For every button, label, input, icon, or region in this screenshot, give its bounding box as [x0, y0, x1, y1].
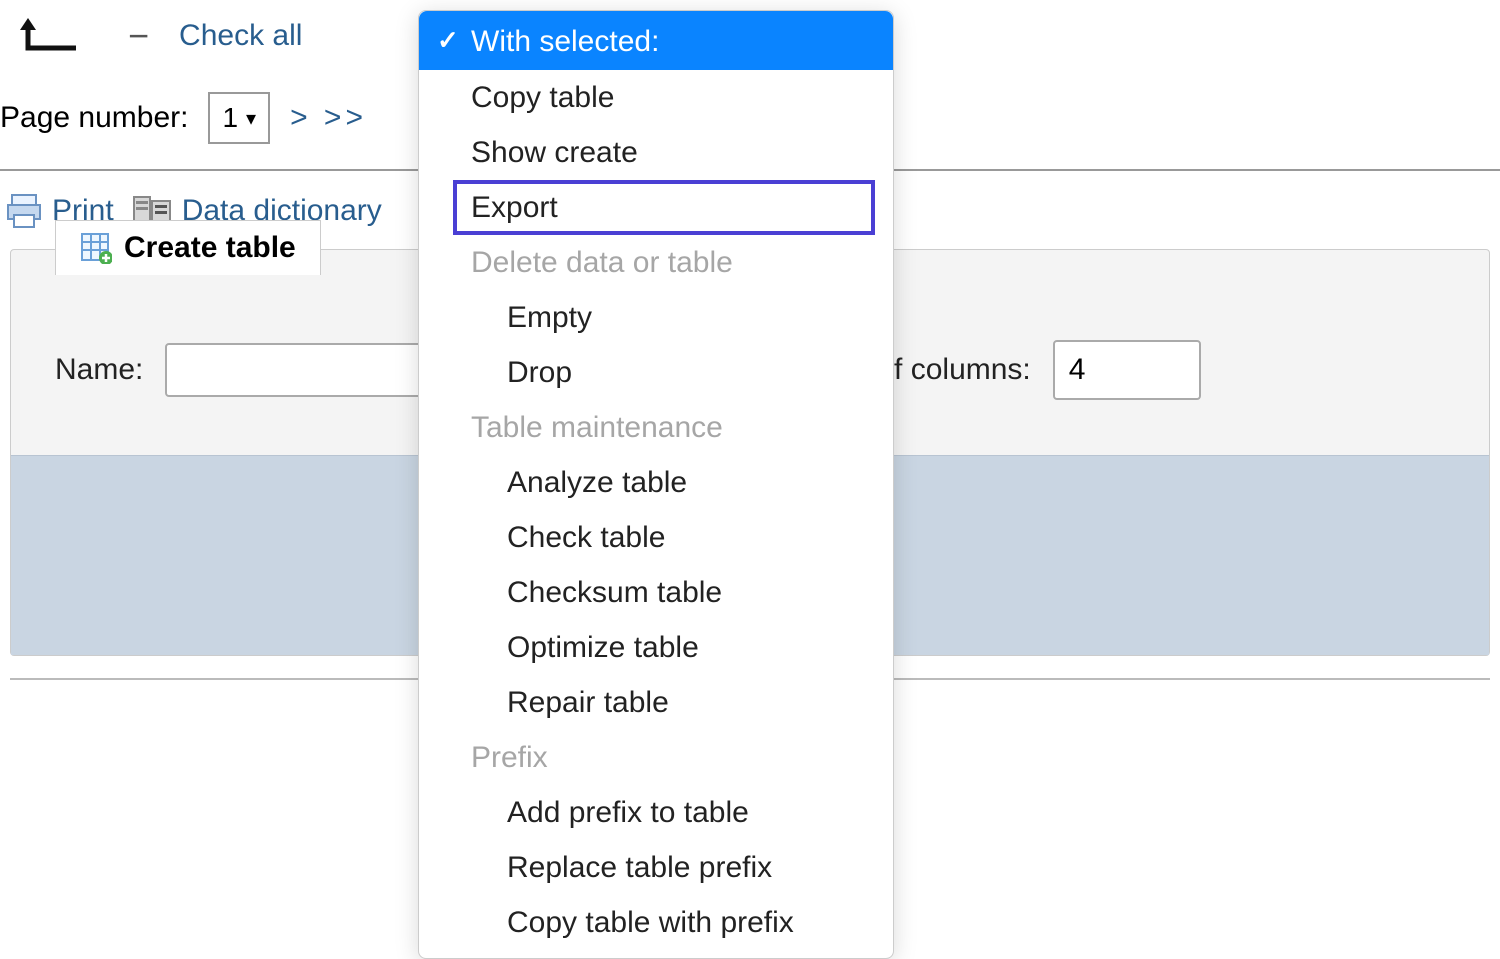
print-icon — [6, 193, 42, 229]
create-table-label: Create table — [124, 231, 296, 265]
menu-empty[interactable]: Empty — [419, 290, 893, 345]
create-table-icon — [80, 232, 112, 264]
menu-copy-prefix[interactable]: Copy table with prefix — [419, 895, 893, 950]
with-selected-dropdown[interactable]: With selected: Copy table Show create Ex… — [418, 10, 894, 959]
menu-export[interactable]: Export — [453, 180, 875, 235]
menu-show-create[interactable]: Show create — [419, 125, 893, 180]
chevron-down-icon: ▾ — [246, 106, 256, 131]
menu-analyze[interactable]: Analyze table — [419, 455, 893, 510]
columns-count-input[interactable] — [1053, 340, 1201, 400]
create-table-tab[interactable]: Create table — [55, 220, 321, 275]
menu-drop[interactable]: Drop — [419, 345, 893, 400]
nav-next-link[interactable]: > >> — [290, 101, 367, 135]
menu-delete-header: Delete data or table — [419, 235, 893, 290]
menu-add-prefix[interactable]: Add prefix to table — [419, 785, 893, 840]
menu-with-selected[interactable]: With selected: — [419, 11, 893, 70]
check-all-link[interactable]: Check all — [179, 19, 302, 53]
minus-icon[interactable]: − — [128, 15, 149, 57]
select-up-arrow-icon — [18, 16, 78, 56]
menu-prefix-header: Prefix — [419, 730, 893, 785]
menu-checksum[interactable]: Checksum table — [419, 565, 893, 620]
menu-copy-table[interactable]: Copy table — [419, 70, 893, 125]
page-number-select[interactable]: 1 ▾ — [208, 92, 270, 144]
columns-label: of columns: — [877, 353, 1030, 387]
page-number-label: Page number: — [0, 101, 188, 135]
menu-repair[interactable]: Repair table — [419, 675, 893, 730]
menu-maint-header: Table maintenance — [419, 400, 893, 455]
menu-optimize[interactable]: Optimize table — [419, 620, 893, 675]
page-number-value: 1 — [222, 102, 238, 134]
menu-check[interactable]: Check table — [419, 510, 893, 565]
menu-replace-prefix[interactable]: Replace table prefix — [419, 840, 893, 895]
name-label: Name: — [55, 353, 143, 387]
